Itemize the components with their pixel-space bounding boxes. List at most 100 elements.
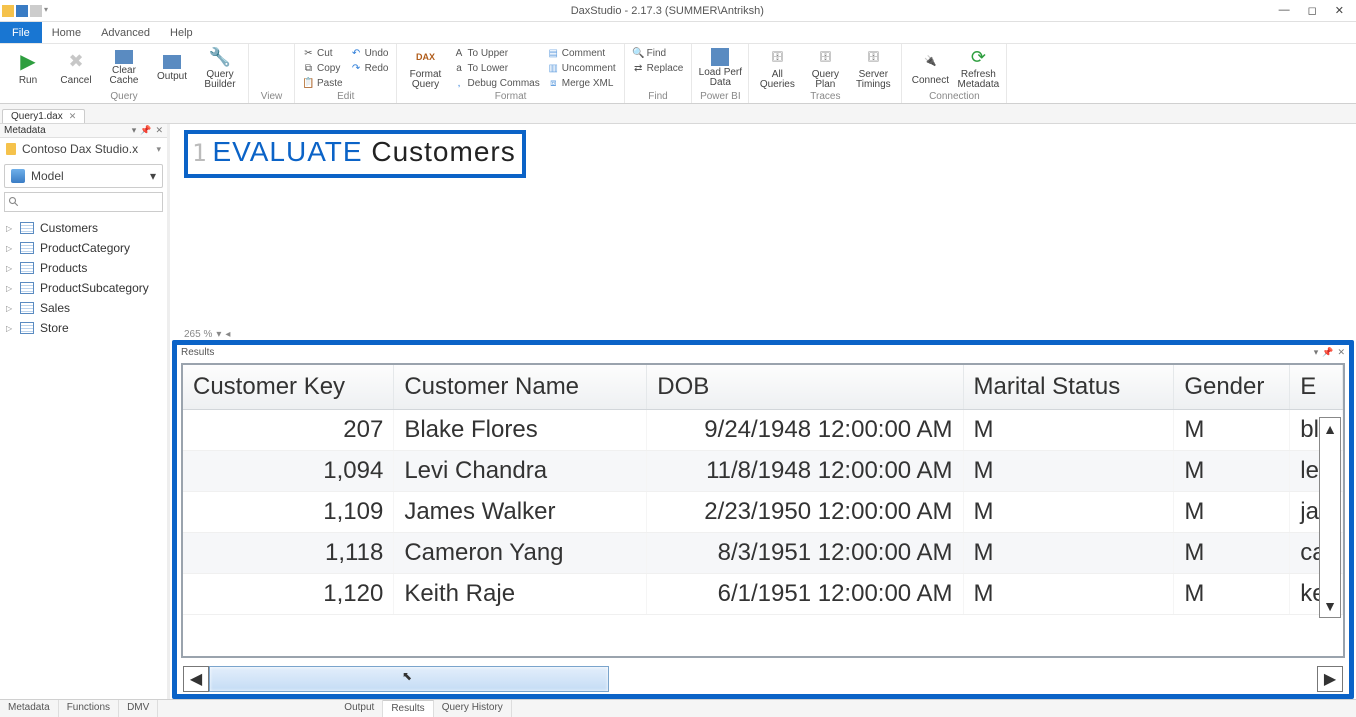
find-button[interactable]: 🔍Find bbox=[631, 46, 686, 60]
load-perf-button[interactable]: Load Perf Data bbox=[698, 46, 742, 90]
bottom-tab-dmv[interactable]: DMV bbox=[119, 700, 158, 717]
debug-commas-button[interactable]: ,Debug Commas bbox=[451, 76, 541, 90]
connect-icon: 🔌 bbox=[919, 51, 941, 73]
results-panel: Results ▾📌✕ Customer KeyCustomer NameDOB… bbox=[172, 340, 1354, 699]
home-menu[interactable]: Home bbox=[42, 24, 91, 42]
column-header[interactable]: DOB bbox=[647, 365, 963, 410]
advanced-menu[interactable]: Advanced bbox=[91, 24, 160, 42]
comment-button[interactable]: ▤Comment bbox=[546, 46, 618, 60]
scroll-up-icon[interactable]: ▲ bbox=[1320, 418, 1340, 440]
maximize-button[interactable]: ◻ bbox=[1308, 4, 1317, 17]
tree-item-products[interactable]: ▷ Products bbox=[2, 258, 165, 278]
qat-icon-2[interactable] bbox=[16, 5, 28, 17]
zoom-indicator[interactable]: 265 % ▾ ◂ bbox=[184, 329, 230, 340]
tree-item-customers[interactable]: ▷ Customers bbox=[2, 218, 165, 238]
redo-button[interactable]: ↷Redo bbox=[349, 61, 391, 75]
panel-dropdown-icon[interactable]: ▾ bbox=[132, 125, 137, 136]
replace-button[interactable]: ⇄Replace bbox=[631, 61, 686, 75]
scroll-track[interactable] bbox=[609, 666, 1317, 692]
output-button[interactable]: Output bbox=[150, 46, 194, 90]
to-upper-button[interactable]: ATo Upper bbox=[451, 46, 541, 60]
tree-item-store[interactable]: ▷Store bbox=[2, 318, 165, 338]
file-menu[interactable]: File bbox=[0, 22, 42, 43]
bottom-tab-results[interactable]: Results bbox=[383, 700, 433, 717]
expand-icon[interactable]: ▷ bbox=[6, 244, 14, 253]
panel-close-icon[interactable]: ✕ bbox=[155, 125, 163, 136]
all-queries-button[interactable]: 🗄All Queries bbox=[755, 46, 799, 90]
scroll-left-icon[interactable]: ◀ bbox=[183, 666, 209, 692]
expand-icon[interactable]: ▷ bbox=[6, 284, 14, 293]
expand-icon[interactable]: ▷ bbox=[6, 324, 14, 333]
results-grid[interactable]: Customer KeyCustomer NameDOBMarital Stat… bbox=[181, 363, 1345, 658]
model-selector[interactable]: Model ▾ bbox=[4, 164, 163, 188]
cell: 1,118 bbox=[183, 533, 394, 574]
vertical-scrollbar[interactable]: ▲ ▼ bbox=[1319, 417, 1341, 618]
expand-icon[interactable]: ▷ bbox=[6, 304, 14, 313]
cancel-button[interactable]: ✖Cancel bbox=[54, 46, 98, 90]
format-query-button[interactable]: DAXFormat Query bbox=[403, 46, 447, 90]
cut-button[interactable]: ✂Cut bbox=[301, 46, 345, 60]
code-editor[interactable]: 1 EVALUATE Customers 265 % ▾ ◂ bbox=[170, 124, 1356, 340]
tree-item-sales[interactable]: ▷Sales bbox=[2, 298, 165, 318]
cell: M bbox=[963, 410, 1174, 451]
connect-button[interactable]: 🔌Connect bbox=[908, 46, 952, 90]
search-input[interactable] bbox=[4, 192, 163, 212]
refresh-metadata-button[interactable]: ⟳Refresh Metadata bbox=[956, 46, 1000, 90]
uncomment-button[interactable]: ▥Uncomment bbox=[546, 61, 618, 75]
app-title: DaxStudio - 2.17.3 (SUMMER\Antriksh) bbox=[56, 5, 1279, 17]
copy-button[interactable]: ⧉Copy bbox=[301, 61, 345, 75]
bottom-tab-functions[interactable]: Functions bbox=[59, 700, 119, 717]
minimize-button[interactable]: — bbox=[1279, 4, 1290, 17]
to-lower-button[interactable]: aTo Lower bbox=[451, 61, 541, 75]
cell: 9/24/1948 12:00:00 AM bbox=[647, 410, 963, 451]
table-row[interactable]: 1,120Keith Raje6/1/1951 12:00:00 AMMMke bbox=[183, 574, 1343, 615]
tree-item-productcategory[interactable]: ▷ProductCategory bbox=[2, 238, 165, 258]
table-row[interactable]: 1,109James Walker2/23/1950 12:00:00 AMMM… bbox=[183, 492, 1343, 533]
results-pin-icon[interactable]: 📌 bbox=[1322, 347, 1333, 358]
cell: 2/23/1950 12:00:00 AM bbox=[647, 492, 963, 533]
column-header[interactable]: Customer Name bbox=[394, 365, 647, 410]
table-row[interactable]: 207Blake Flores9/24/1948 12:00:00 AMMMbl… bbox=[183, 410, 1343, 451]
qat-dropdown-icon[interactable]: ▾ bbox=[44, 5, 56, 17]
table-label: Products bbox=[40, 261, 87, 275]
scroll-down-icon[interactable]: ▼ bbox=[1320, 595, 1340, 617]
table-row[interactable]: 1,094Levi Chandra11/8/1948 12:00:00 AMMM… bbox=[183, 451, 1343, 492]
table-row[interactable]: 1,118Cameron Yang8/3/1951 12:00:00 AMMMc… bbox=[183, 533, 1343, 574]
server-timings-button[interactable]: 🗄Server Timings bbox=[851, 46, 895, 90]
undo-button[interactable]: ↶Undo bbox=[349, 46, 391, 60]
lower-icon: a bbox=[453, 63, 464, 74]
column-header[interactable]: E bbox=[1290, 365, 1343, 410]
bottom-tab-metadata[interactable]: Metadata bbox=[0, 700, 59, 717]
help-menu[interactable]: Help bbox=[160, 24, 203, 42]
close-tab-icon[interactable]: ✕ bbox=[69, 111, 77, 122]
scroll-thumb[interactable] bbox=[209, 666, 609, 692]
cell: M bbox=[1174, 533, 1290, 574]
query-builder-button[interactable]: 🔧Query Builder bbox=[198, 46, 242, 90]
results-close-icon[interactable]: ✕ bbox=[1337, 347, 1345, 358]
panel-pin-icon[interactable]: 📌 bbox=[140, 125, 151, 136]
bottom-tab-query-history[interactable]: Query History bbox=[434, 700, 512, 717]
qat-icon-3[interactable] bbox=[30, 5, 42, 17]
column-header[interactable]: Gender bbox=[1174, 365, 1290, 410]
qat-icon-1[interactable] bbox=[2, 5, 14, 17]
merge-xml-button[interactable]: ⧈Merge XML bbox=[546, 76, 618, 90]
column-header[interactable]: Customer Key bbox=[183, 365, 394, 410]
clear-cache-button[interactable]: Clear Cache bbox=[102, 46, 146, 90]
bottom-tab-output[interactable]: Output bbox=[336, 700, 383, 717]
close-window-button[interactable]: ✕ bbox=[1335, 4, 1344, 17]
tree-item-productsubcategory[interactable]: ▷ProductSubcategory bbox=[2, 278, 165, 298]
column-header[interactable]: Marital Status bbox=[963, 365, 1174, 410]
paste-button[interactable]: 📋Paste bbox=[301, 76, 345, 90]
scroll-right-icon[interactable]: ▶ bbox=[1317, 666, 1343, 692]
run-button[interactable]: ▶Run bbox=[6, 46, 50, 90]
group-connection-label: Connection bbox=[908, 91, 1000, 103]
uncomment-icon: ▥ bbox=[548, 63, 559, 74]
document-tab[interactable]: Query1.dax ✕ bbox=[2, 109, 85, 123]
database-selector[interactable]: Contoso Dax Studio.x ▾ bbox=[0, 138, 167, 160]
table-label: Customers bbox=[40, 221, 98, 235]
results-dropdown-icon[interactable]: ▾ bbox=[1314, 347, 1319, 358]
horizontal-scrollbar[interactable]: ◀ ▶ bbox=[183, 664, 1343, 694]
query-plan-button[interactable]: 🗄Query Plan bbox=[803, 46, 847, 90]
expand-icon[interactable]: ▷ bbox=[6, 224, 14, 233]
expand-icon[interactable]: ▷ bbox=[6, 264, 14, 273]
